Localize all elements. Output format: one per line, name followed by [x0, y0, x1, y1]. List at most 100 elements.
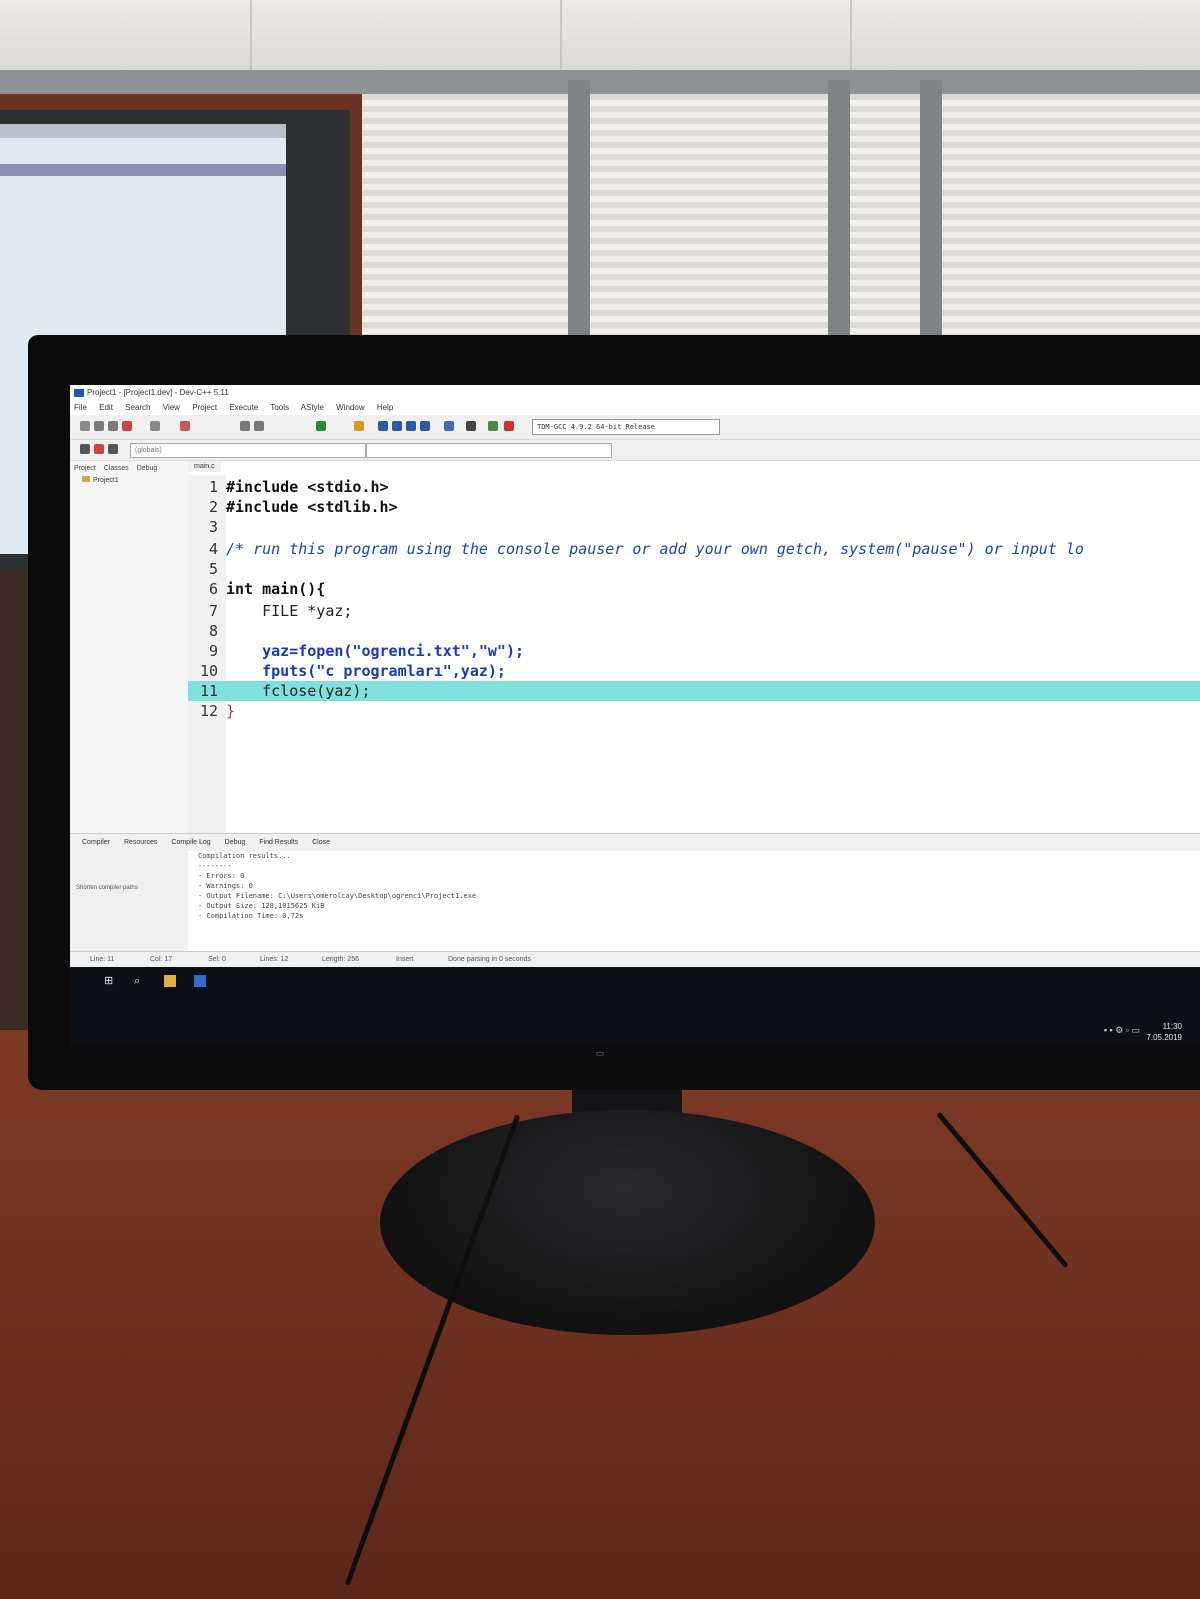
new-file-icon[interactable]	[80, 421, 90, 431]
compiler-select[interactable]: TDM-GCC 4.9.2 64-bit Release	[532, 419, 720, 435]
stop-icon[interactable]	[466, 421, 476, 431]
compile-icon[interactable]	[378, 421, 388, 431]
file-explorer-icon[interactable]	[164, 975, 176, 987]
compile-log[interactable]: Compilation results... -------- - Errors…	[188, 851, 1200, 951]
save-icon[interactable]	[108, 421, 118, 431]
close-file-icon[interactable]	[122, 421, 132, 431]
panel-tabs: Project Classes Debug	[70, 461, 188, 476]
line-number: 6	[208, 580, 218, 598]
menu-execute[interactable]: Execute	[229, 403, 258, 412]
line-number: 5	[208, 560, 218, 578]
line-number: 7	[208, 602, 218, 620]
tab-project[interactable]: Project	[74, 465, 96, 472]
project-options-icon[interactable]	[354, 421, 364, 431]
search-icon[interactable]: ⌕	[134, 975, 146, 987]
tab-compile-log[interactable]: Compile Log	[171, 839, 210, 846]
tab-find-results[interactable]: Find Results	[259, 839, 298, 846]
line-number: 2	[208, 498, 218, 516]
member-select[interactable]	[366, 443, 612, 458]
code-text: #include <stdlib.h>	[226, 498, 398, 516]
tab-classes[interactable]: Classes	[104, 465, 129, 472]
toolbar: TDM-GCC 4.9.2 64-bit Release	[70, 415, 1200, 440]
ceiling-beam	[0, 70, 1200, 94]
tab-debug-output[interactable]: Debug	[225, 839, 246, 846]
line-number: 1	[208, 478, 218, 496]
window-post	[828, 80, 850, 370]
code-line: 1 #include <stdio.h>	[188, 477, 1200, 497]
devcpp-taskbar-icon[interactable]	[194, 975, 206, 987]
code-text: int main(){	[226, 580, 326, 598]
file-tab[interactable]: main.c	[188, 461, 221, 472]
line-number: 12	[199, 702, 218, 720]
window-title: Project1 - [Project1.dev] - Dev-C++ 5.11	[87, 388, 229, 397]
line-number: 3	[208, 518, 218, 536]
menu-file[interactable]: File	[74, 403, 87, 412]
menu-project[interactable]: Project	[192, 403, 217, 412]
tab-close[interactable]: Close	[312, 839, 330, 846]
menu-search[interactable]: Search	[125, 403, 150, 412]
code-line: 2 #include <stdlib.h>	[188, 497, 1200, 517]
chart-icon[interactable]	[488, 421, 498, 431]
toolbar-secondary: (globals)	[70, 440, 1200, 461]
syntax-check-icon[interactable]	[444, 421, 454, 431]
run-icon[interactable]	[392, 421, 402, 431]
ceiling	[0, 0, 1200, 80]
rebuild-icon[interactable]	[420, 421, 430, 431]
shorten-paths-checkbox[interactable]: Shorten compiler paths	[70, 851, 188, 891]
add-to-project-icon[interactable]	[316, 421, 326, 431]
menu-view[interactable]: View	[163, 403, 180, 412]
menu-help[interactable]: Help	[377, 403, 393, 412]
start-icon[interactable]: ⊞	[104, 975, 116, 987]
project-tree-root[interactable]: Project1	[70, 476, 188, 484]
code-line: 3	[188, 517, 1200, 537]
undo-icon[interactable]	[180, 421, 190, 431]
monitor-stand-base	[380, 1110, 875, 1335]
code-text: yaz=fopen("ogrenci.txt","w");	[226, 642, 525, 660]
code-text: #include <stdio.h>	[226, 478, 389, 496]
log-line: - Output Filename: C:\Users\omerolcay\De…	[198, 892, 477, 900]
code-line: 6 int main(){	[188, 579, 1200, 599]
tab-debug[interactable]: Debug	[137, 465, 158, 472]
menu-window[interactable]: Window	[336, 403, 364, 412]
statusbar: Line: 11 Col: 17 Sel: 0 Lines: 12 Length…	[70, 951, 1200, 968]
code-line: 5	[188, 559, 1200, 579]
screen: Project1 - [Project1.dev] - Dev-C++ 5.11…	[70, 385, 1200, 1045]
insert-icon[interactable]	[80, 444, 90, 454]
menu-tools[interactable]: Tools	[270, 403, 289, 412]
status-lines: Lines: 12	[260, 956, 289, 963]
log-line: - Output Size: 128,1015625 KiB	[198, 902, 325, 910]
tab-compiler[interactable]: Compiler	[82, 839, 110, 846]
bottom-tabs: Compiler Resources Compile Log Debug Fin…	[70, 833, 1200, 852]
code-line: 4 /* run this program using the console p…	[188, 539, 1200, 559]
code-line: 10 fputs("c programları",yaz);	[188, 661, 1200, 681]
code-text: }	[226, 702, 236, 720]
open-file-icon[interactable]	[94, 421, 104, 431]
status-sel: Sel: 0	[208, 956, 226, 963]
goto-bookmark-icon[interactable]	[108, 444, 118, 454]
class-select[interactable]: (globals)	[130, 443, 366, 458]
tab-resources[interactable]: Resources	[124, 839, 157, 846]
find-icon[interactable]	[240, 421, 250, 431]
clock[interactable]: 11:30 7.05.2019	[1146, 1021, 1182, 1043]
window-post	[920, 80, 942, 370]
debug-icon[interactable]	[504, 421, 514, 431]
line-number: 4	[208, 540, 218, 558]
menubar: File Edit Search View Project Execute To…	[70, 401, 1200, 415]
code-editor[interactable]: main.c 1 #include <stdio.h> 2 #include <st…	[188, 461, 1200, 833]
code-line-current: 11 fclose(yaz);	[188, 681, 1200, 701]
monitor-logo: ▭	[595, 1048, 605, 1058]
code-line: 12}	[188, 701, 1200, 721]
clock-time: 11:30	[1162, 1022, 1182, 1031]
replace-icon[interactable]	[254, 421, 264, 431]
menu-astyle[interactable]: AStyle	[301, 403, 324, 412]
menu-edit[interactable]: Edit	[99, 403, 113, 412]
system-tray: ▪ ▪ ⚙ ▫ ▭	[1103, 1025, 1140, 1035]
log-line: - Errors: 0	[198, 872, 245, 880]
window-titlebar[interactable]: Project1 - [Project1.dev] - Dev-C++ 5.11	[70, 385, 1200, 401]
toggle-bookmark-icon[interactable]	[94, 444, 104, 454]
compile-run-icon[interactable]	[406, 421, 416, 431]
status-message: Done parsing in 0 seconds	[448, 956, 531, 963]
project-panel: Project Classes Debug Project1	[70, 461, 189, 833]
code-line: 7 FILE *yaz;	[188, 601, 1200, 621]
print-icon[interactable]	[150, 421, 160, 431]
